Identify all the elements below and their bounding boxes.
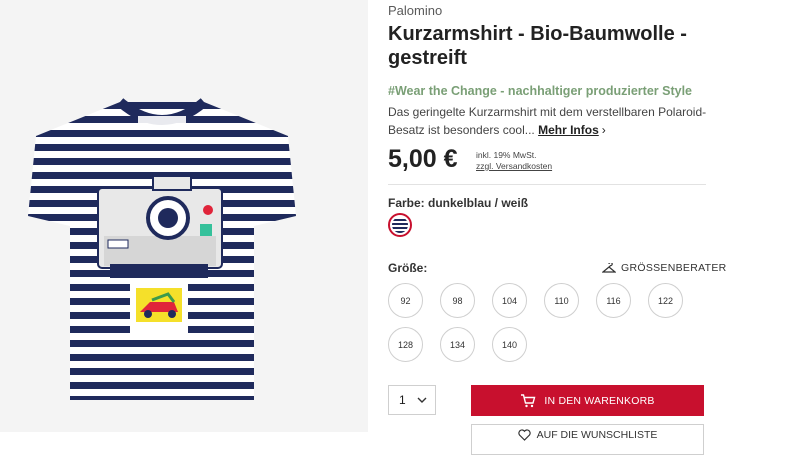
quantity-value: 1 xyxy=(399,393,406,407)
add-to-cart-button[interactable]: IN DEN WARENKORB xyxy=(471,385,704,416)
shipping-costs-link[interactable]: zzgl. Versandkosten xyxy=(476,161,552,172)
add-to-cart-label: IN DEN WARENKORB xyxy=(544,394,655,407)
chevron-right-icon: › xyxy=(601,123,606,137)
size-option-92[interactable]: 92 xyxy=(388,283,423,318)
swatch-stripes xyxy=(392,217,408,233)
hanger-icon xyxy=(602,262,616,273)
size-advisor-link[interactable]: GRÖSSENBERATER xyxy=(602,262,727,274)
size-option-104[interactable]: 104 xyxy=(492,283,527,318)
color-label: Farbe: dunkelblau / weiß xyxy=(388,196,529,210)
size-option-134[interactable]: 134 xyxy=(440,327,475,362)
size-option-110[interactable]: 110 xyxy=(544,283,579,318)
quantity-select[interactable]: 1 xyxy=(388,385,436,415)
product-image[interactable] xyxy=(28,88,296,400)
product-price: 5,00 € xyxy=(388,145,458,173)
size-option-140[interactable]: 140 xyxy=(492,327,527,362)
vat-note: inkl. 19% MwSt. xyxy=(476,150,537,160)
heart-icon xyxy=(517,429,531,441)
size-option-122[interactable]: 122 xyxy=(648,283,683,318)
divider xyxy=(388,184,706,185)
product-title: Kurzarmshirt - Bio-Baumwolle - gestreift xyxy=(388,23,687,69)
size-advisor-label: GRÖSSENBERATER xyxy=(621,262,727,274)
sustainability-tagline: #Wear the Change - nachhaltiger produzie… xyxy=(388,84,693,98)
size-label: Größe: xyxy=(388,261,428,275)
size-option-128[interactable]: 128 xyxy=(388,327,423,362)
cart-icon xyxy=(521,393,536,407)
more-info-link[interactable]: Mehr Infos xyxy=(538,123,599,137)
product-image-panel[interactable] xyxy=(0,0,368,432)
product-description: Das geringelte Kurzarmshirt mit dem vers… xyxy=(388,103,718,139)
wishlist-label: AUF DIE WUNSCHLISTE xyxy=(536,429,658,441)
color-swatch-navy-white[interactable] xyxy=(388,213,412,237)
add-to-wishlist-button[interactable]: AUF DIE WUNSCHLISTE xyxy=(471,424,704,455)
price-notes: inkl. 19% MwSt. zzgl. Versandkosten xyxy=(476,150,552,172)
size-option-98[interactable]: 98 xyxy=(440,283,475,318)
chevron-down-icon xyxy=(417,397,427,403)
brand-name[interactable]: Palomino xyxy=(388,3,442,18)
size-option-116[interactable]: 116 xyxy=(596,283,631,318)
